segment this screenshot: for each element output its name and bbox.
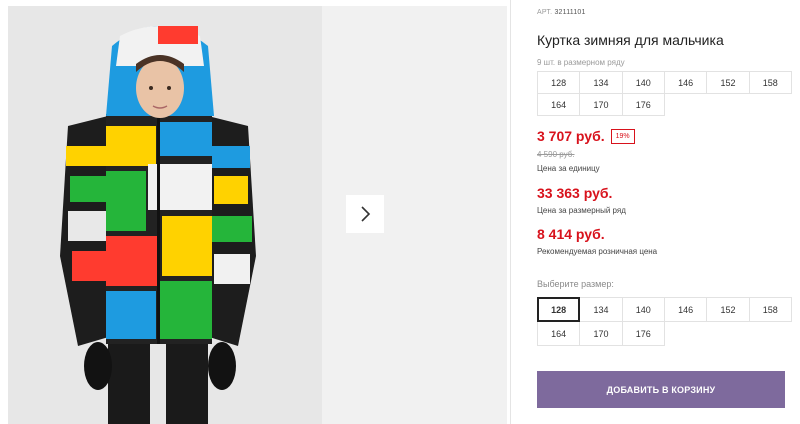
product-photo[interactable] — [8, 6, 322, 424]
retail-price-label: Рекомендуемая розничная цена — [537, 247, 658, 256]
size-row-cell: 146 — [663, 71, 708, 94]
size-option[interactable]: 146 — [663, 297, 708, 322]
size-row-note: 9 шт. в размерном ряду — [537, 58, 625, 67]
size-row-price-label: Цена за размерный ряд — [537, 206, 626, 215]
size-row-cell: 170 — [579, 93, 623, 116]
size-option[interactable]: 134 — [579, 297, 623, 322]
boy-in-jacket-illustration — [8, 6, 322, 424]
retail-price: 8 414 руб. — [537, 226, 605, 242]
price-row: 3 707 руб. 19% — [537, 128, 635, 144]
old-price: 4 590 руб. — [537, 150, 575, 159]
size-row-cell: 134 — [579, 71, 623, 94]
chevron-right-icon — [361, 206, 371, 222]
size-row-cell: 128 — [537, 71, 581, 94]
size-option-selected[interactable]: 128 — [537, 297, 581, 322]
add-to-cart-button[interactable]: ДОБАВИТЬ В КОРЗИНУ — [537, 371, 785, 408]
choose-size-label: Выберите размер: — [537, 279, 614, 289]
unit-price-label: Цена за единицу — [537, 164, 600, 173]
article-label: АРТ. — [537, 9, 553, 16]
discount-badge: 19% — [610, 128, 635, 144]
unit-price: 3 707 руб. — [537, 128, 605, 144]
product-title: Куртка зимняя для мальчика — [537, 32, 724, 48]
size-option[interactable]: 158 — [748, 297, 792, 322]
size-row-price: 33 363 руб. — [537, 185, 613, 201]
size-row-cell: 140 — [621, 71, 665, 94]
product-gallery — [0, 0, 507, 424]
size-option[interactable]: 152 — [706, 297, 750, 322]
size-option[interactable]: 164 — [537, 321, 581, 346]
size-selector: 128 134 140 146 152 158 164 170 176 — [537, 297, 792, 346]
size-row-cell: 152 — [706, 71, 750, 94]
article-value: 32111101 — [554, 9, 586, 16]
size-row-cell: 158 — [748, 71, 792, 94]
size-row-grid: 128 134 140 146 152 158 164 170 176 — [537, 71, 792, 116]
size-option[interactable]: 170 — [579, 321, 623, 346]
next-image-button[interactable] — [346, 195, 384, 233]
column-divider — [510, 0, 511, 424]
size-option[interactable]: 140 — [621, 297, 665, 322]
size-row-cell: 176 — [621, 93, 665, 116]
article-number: АРТ. 32111101 — [537, 9, 586, 16]
size-row-cell: 164 — [537, 93, 581, 116]
size-option[interactable]: 176 — [621, 321, 665, 346]
